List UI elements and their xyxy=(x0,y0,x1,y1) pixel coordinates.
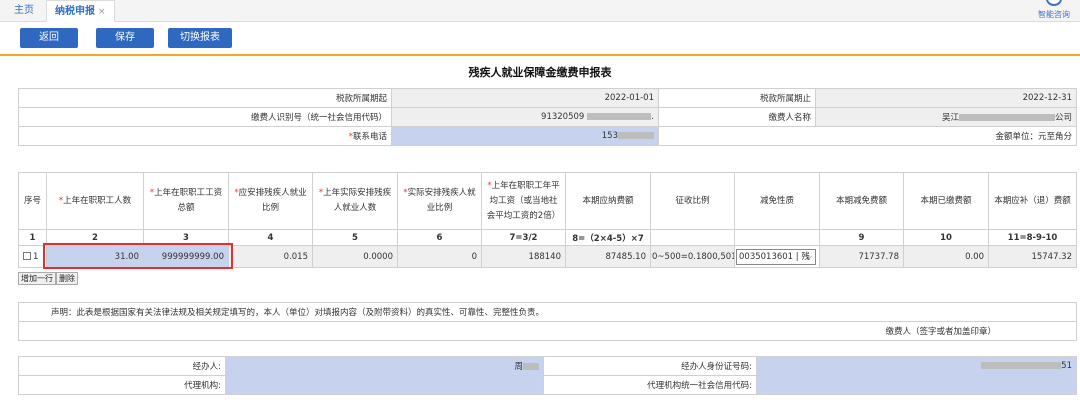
close-icon[interactable]: × xyxy=(98,7,106,17)
header-exemption: 减免性质 xyxy=(734,172,820,230)
signature-label: 缴费人（签字或者加盖印章） xyxy=(18,321,1077,341)
payer-name-value: 吴江 公司 xyxy=(815,107,1077,127)
header-index: 序号 xyxy=(18,172,47,230)
header-actual-disabled: *上年实际安排残疾人就业人数 xyxy=(312,172,398,230)
col-number: 6 xyxy=(397,229,482,246)
payer-id-prefix: 91320509 xyxy=(541,112,585,122)
tab-tax-declaration[interactable]: 纳税申报 × xyxy=(46,0,115,22)
col-number: 10 xyxy=(903,229,989,246)
agent-id-tail: 51 xyxy=(1061,361,1072,371)
agent-input[interactable]: 周 xyxy=(225,356,544,376)
header-text: 实际安排残疾人就业比例 xyxy=(407,188,476,213)
exemption-selected: 0035013601 | 残 xyxy=(739,251,810,262)
declaration-text: 声明：此表是根据国家有关法律法规及相关规定填写的，本人（单位）对填报内容（及附带… xyxy=(18,302,1077,322)
ratio-value: 0.015 xyxy=(228,245,313,268)
redaction xyxy=(981,362,1062,369)
refund-value: 15747.32 xyxy=(988,245,1077,268)
declaration-table: 声明：此表是根据国家有关法律法规及相关规定填写的，本人（单位）对填报内容（及附带… xyxy=(18,302,1077,341)
col-number: 4 xyxy=(228,229,313,246)
col-number xyxy=(650,229,735,246)
redaction xyxy=(958,114,1055,121)
agent-table: 经办人: 周 经办人身份证号码: 51 代理机构: 代理机构统一社会信用代码: xyxy=(18,356,1077,395)
smart-consult-label: 智能咨询 xyxy=(1038,10,1070,19)
agent-value: 周 xyxy=(514,362,523,372)
agent-org-code-input[interactable] xyxy=(756,375,1077,395)
phone-value: 153 xyxy=(601,131,618,141)
payer-name-label: 缴费人名称 xyxy=(658,107,816,127)
avg-wage-value: 188140 xyxy=(481,245,566,268)
tab-home[interactable]: 主页 xyxy=(6,0,42,22)
actual-disabled-value: 0.0000 xyxy=(312,245,398,268)
redaction xyxy=(587,113,652,120)
exemption-cell: 0035013601 | 残 ⌵ xyxy=(734,245,820,268)
col-number: 11=8-9-10 xyxy=(988,229,1077,246)
header-text: 应安排残疾人就业比例 xyxy=(238,188,307,213)
page-title: 残疾人就业保障金缴费申报表 xyxy=(468,66,612,79)
tab-label: 纳税申报 xyxy=(55,6,95,17)
header-payable: 本期应纳费额 xyxy=(565,172,651,230)
delete-row-button[interactable]: 删除 xyxy=(56,272,78,285)
header-actual-ratio: *实际安排残疾人就业比例 xyxy=(397,172,482,230)
period-start-value: 2022-01-01 xyxy=(391,88,659,108)
agent-id-label: 经办人身份证号码: xyxy=(543,356,757,376)
redaction xyxy=(618,132,654,139)
payer-name-prefix: 吴江 xyxy=(941,113,959,123)
period-end-value: 2022-12-31 xyxy=(815,88,1077,108)
col-number xyxy=(734,229,820,246)
payer-name-suffix: 公司 xyxy=(1054,113,1072,123)
redaction xyxy=(523,363,539,370)
phone-input[interactable]: 153 xyxy=(391,126,659,146)
reduction-value: 71737.78 xyxy=(819,245,904,268)
phone-label-text: 联系电话 xyxy=(352,132,387,142)
levy-ratio-value: 0~500=0.1800,501~ xyxy=(650,245,735,268)
header-ratio: *应安排残疾人就业比例 xyxy=(228,172,313,230)
col-number: 5 xyxy=(312,229,398,246)
header-text: 上年实际安排残疾人就业人数 xyxy=(323,188,392,213)
back-button[interactable]: 返回 xyxy=(20,28,78,48)
switch-report-button[interactable]: 切换报表 xyxy=(168,28,232,48)
header-text: 上年在职职工人数 xyxy=(63,195,132,206)
col-number: 8=（2×4-5）×7 xyxy=(565,229,651,246)
add-row-button[interactable]: 增加一行 xyxy=(18,272,56,285)
header-avg-wage: *上年在职职工年平均工资（或当地社会平均工资的2倍） xyxy=(481,172,566,230)
header-levy-ratio: 征收比例 xyxy=(650,172,735,230)
agent-org-input[interactable] xyxy=(225,375,544,395)
amount-unit: 金额单位：元至角分 xyxy=(658,126,1077,146)
info-table: 税款所属期起 2022-01-01 税款所属期止 2022-12-31 缴费人识… xyxy=(18,88,1077,146)
header-paid: 本期已缴费额 xyxy=(903,172,989,230)
paid-value: 0.00 xyxy=(903,245,989,268)
col-number: 7=3/2 xyxy=(481,229,566,246)
header-reduction: 本期减免费额 xyxy=(819,172,904,230)
payer-id-tail: . xyxy=(651,112,654,122)
exemption-select[interactable]: 0035013601 | 残 ⌵ xyxy=(736,248,816,265)
header-text: 上年在职职工工资总额 xyxy=(154,188,223,213)
payable-value: 87485.10 xyxy=(565,245,651,268)
row-checkbox[interactable] xyxy=(23,252,31,260)
phone-label: *联系电话 xyxy=(18,126,392,146)
agent-org-code-label: 代理机构统一社会信用代码: xyxy=(543,375,757,395)
header-refund: 本期应补（退）费额 xyxy=(988,172,1077,230)
smart-consult-button[interactable]: 智能咨询 xyxy=(1032,0,1076,22)
agent-org-label: 代理机构: xyxy=(18,375,226,395)
chevron-down-icon: ⌵ xyxy=(805,251,812,261)
header-text: 上年在职职工年平均工资（或当地社会平均工资的2倍） xyxy=(486,180,561,221)
row-actions: 增加一行 删除 xyxy=(18,272,78,286)
table-header-row: 序号 *上年在职职工人数 *上年在职职工工资总额 *应安排残疾人就业比例 *上年… xyxy=(18,172,1077,230)
payer-id-label: 缴费人识别号（统一社会信用代码） xyxy=(18,107,392,127)
period-start-label: 税款所属期起 xyxy=(18,88,392,108)
toolbar: 返回 保存 切换报表 xyxy=(0,22,1080,56)
save-button[interactable]: 保存 xyxy=(96,28,154,48)
agent-id-input[interactable]: 51 xyxy=(756,356,1077,376)
header-employees: *上年在职职工人数 xyxy=(46,172,144,230)
actual-ratio-value: 0 xyxy=(397,245,482,268)
assistant-icon xyxy=(1046,0,1062,6)
row-index-text: 1 xyxy=(33,251,39,262)
period-end-label: 税款所属期止 xyxy=(658,88,816,108)
payer-id-value: 91320509. xyxy=(391,107,659,127)
highlight-box xyxy=(43,243,233,269)
col-number: 9 xyxy=(819,229,904,246)
tab-bar: 主页 纳税申报 × 智能咨询 xyxy=(0,0,1080,22)
header-total-wages: *上年在职职工工资总额 xyxy=(143,172,229,230)
agent-label: 经办人: xyxy=(18,356,226,376)
